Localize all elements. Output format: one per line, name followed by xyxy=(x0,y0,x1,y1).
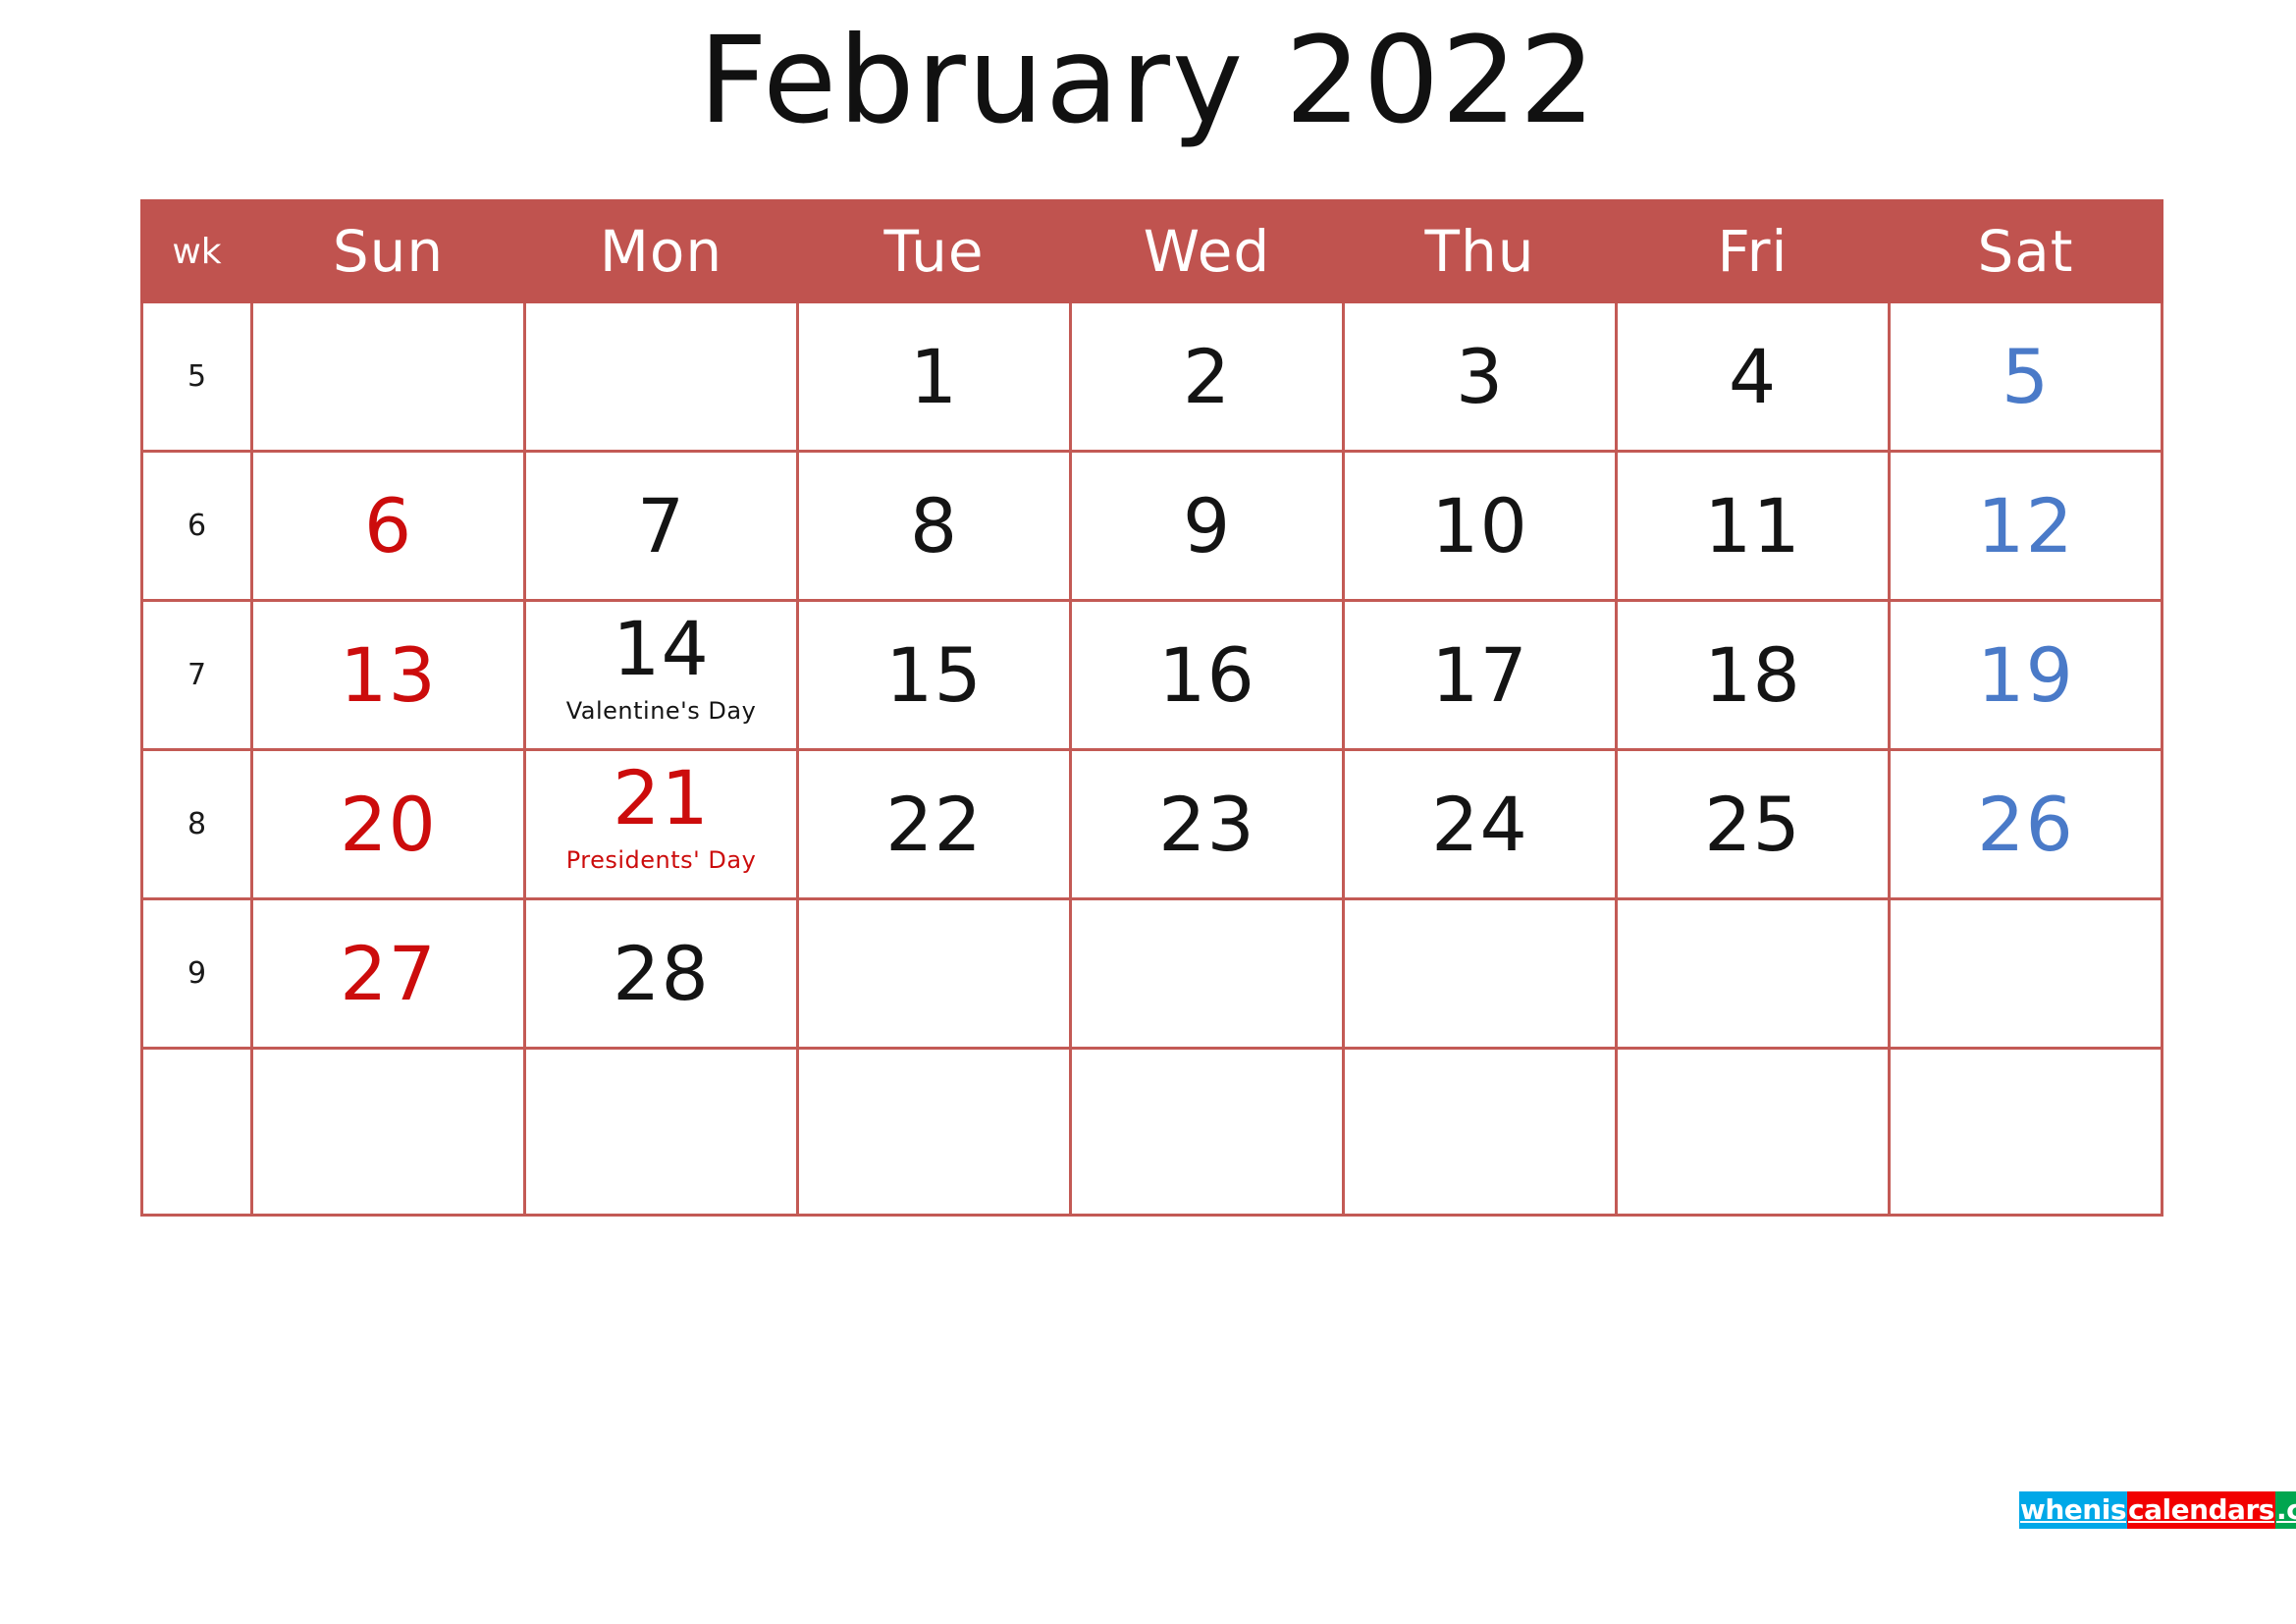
day-cell-empty xyxy=(1888,1047,2163,1217)
calendar-week-row xyxy=(140,1047,2163,1217)
day-number: 10 xyxy=(1431,481,1528,569)
day-number: 20 xyxy=(340,780,437,868)
week-number-cell: 9 xyxy=(140,897,253,1050)
day-number: 28 xyxy=(613,929,710,1017)
day-cell-empty xyxy=(1615,897,1891,1050)
day-cell[interactable]: 1 xyxy=(796,300,1072,453)
day-number: 4 xyxy=(1728,332,1778,420)
day-number: 22 xyxy=(885,780,983,868)
page-title: February 2022 xyxy=(698,11,1598,150)
day-cell[interactable]: 28 xyxy=(523,897,799,1050)
day-number: 24 xyxy=(1431,780,1528,868)
day-cell-empty xyxy=(1888,897,2163,1050)
site-logo[interactable]: wheniscalendars.com xyxy=(2019,1491,2296,1529)
day-number: 7 xyxy=(636,481,686,569)
day-cell[interactable]: 18 xyxy=(1615,599,1891,751)
day-event-label: Presidents' Day xyxy=(565,846,757,875)
header-day-fri: Fri xyxy=(1615,199,1891,303)
day-number: 1 xyxy=(909,332,959,420)
day-number: 23 xyxy=(1158,780,1255,868)
day-number: 17 xyxy=(1431,630,1528,719)
day-cell[interactable]: 26 xyxy=(1888,748,2163,900)
calendar-grid: wk Sun Mon Tue Wed Thu Fri Sat 512345667… xyxy=(140,199,2163,1217)
day-number: 9 xyxy=(1182,481,1232,569)
day-cell[interactable]: 17 xyxy=(1342,599,1618,751)
day-cell[interactable]: 13 xyxy=(250,599,526,751)
logo-part-com: .com xyxy=(2274,1491,2296,1529)
day-cell[interactable]: 21 Presidents' Day xyxy=(523,748,799,900)
week-number-cell: 8 xyxy=(140,748,253,900)
day-number: 5 xyxy=(2001,332,2051,420)
day-cell[interactable]: 15 xyxy=(796,599,1072,751)
day-cell[interactable]: 8 xyxy=(796,450,1072,602)
day-cell[interactable]: 25 xyxy=(1615,748,1891,900)
day-cell[interactable]: 9 xyxy=(1069,450,1345,602)
day-cell[interactable]: 6 xyxy=(250,450,526,602)
day-number: 15 xyxy=(885,630,983,719)
day-number: 8 xyxy=(909,481,959,569)
day-cell-empty xyxy=(523,300,799,453)
day-cell-empty xyxy=(1342,1047,1618,1217)
day-cell-empty xyxy=(1342,897,1618,1050)
day-cell-empty xyxy=(796,897,1072,1050)
day-number: 3 xyxy=(1455,332,1505,420)
day-cell-empty xyxy=(1069,1047,1345,1217)
day-cell-empty xyxy=(250,1047,526,1217)
day-cell[interactable]: 10 xyxy=(1342,450,1618,602)
header-day-tue: Tue xyxy=(796,199,1072,303)
day-number: 27 xyxy=(340,929,437,1017)
day-number: 13 xyxy=(340,630,437,719)
day-number: 26 xyxy=(1977,780,2074,868)
header-week-number: wk xyxy=(140,199,253,303)
day-cell-empty xyxy=(250,300,526,453)
calendar-week-row: 6 6 7 8 9 10 11 12 xyxy=(140,450,2163,602)
week-number-cell xyxy=(140,1047,253,1217)
day-cell[interactable]: 2 xyxy=(1069,300,1345,453)
day-cell-empty xyxy=(1615,1047,1891,1217)
day-number: 16 xyxy=(1158,630,1255,719)
header-day-sat: Sat xyxy=(1888,199,2163,303)
header-day-mon: Mon xyxy=(523,199,799,303)
logo-part-calendars: calendars xyxy=(2127,1491,2275,1529)
logo-part-whenis: whenis xyxy=(2019,1491,2127,1529)
day-cell[interactable]: 11 xyxy=(1615,450,1891,602)
calendar-header-row: wk Sun Mon Tue Wed Thu Fri Sat xyxy=(140,199,2163,303)
day-cell[interactable]: 20 xyxy=(250,748,526,900)
day-cell[interactable]: 12 xyxy=(1888,450,2163,602)
day-number: 14 xyxy=(613,605,710,693)
day-number: 19 xyxy=(1977,630,2074,719)
day-event-label: Valentine's Day xyxy=(565,697,757,726)
calendar-week-row: 8 20 21 Presidents' Day 22 23 24 25 26 xyxy=(140,748,2163,900)
week-number-cell: 6 xyxy=(140,450,253,602)
calendar-week-row: 9 27 28 xyxy=(140,897,2163,1050)
day-cell[interactable]: 5 xyxy=(1888,300,2163,453)
calendar-week-row: 5 1 2 3 4 5 xyxy=(140,300,2163,453)
week-number-cell: 5 xyxy=(140,300,253,453)
day-cell[interactable]: 23 xyxy=(1069,748,1345,900)
week-number-cell: 7 xyxy=(140,599,253,751)
day-cell[interactable]: 24 xyxy=(1342,748,1618,900)
day-number: 2 xyxy=(1182,332,1232,420)
header-day-sun: Sun xyxy=(250,199,526,303)
day-number: 12 xyxy=(1977,481,2074,569)
header-day-wed: Wed xyxy=(1069,199,1345,303)
day-cell[interactable]: 16 xyxy=(1069,599,1345,751)
day-cell-empty xyxy=(796,1047,1072,1217)
header-day-thu: Thu xyxy=(1342,199,1618,303)
calendar-week-row: 7 13 14 Valentine's Day 15 16 17 18 19 xyxy=(140,599,2163,751)
day-cell[interactable]: 3 xyxy=(1342,300,1618,453)
day-number: 11 xyxy=(1704,481,1801,569)
day-number: 25 xyxy=(1704,780,1801,868)
day-cell[interactable]: 7 xyxy=(523,450,799,602)
day-cell[interactable]: 4 xyxy=(1615,300,1891,453)
day-number: 21 xyxy=(613,754,710,842)
day-cell[interactable]: 19 xyxy=(1888,599,2163,751)
day-cell[interactable]: 27 xyxy=(250,897,526,1050)
day-cell-empty xyxy=(523,1047,799,1217)
day-number: 18 xyxy=(1704,630,1801,719)
day-cell-empty xyxy=(1069,897,1345,1050)
day-cell[interactable]: 14 Valentine's Day xyxy=(523,599,799,751)
day-cell[interactable]: 22 xyxy=(796,748,1072,900)
day-number: 6 xyxy=(363,481,413,569)
